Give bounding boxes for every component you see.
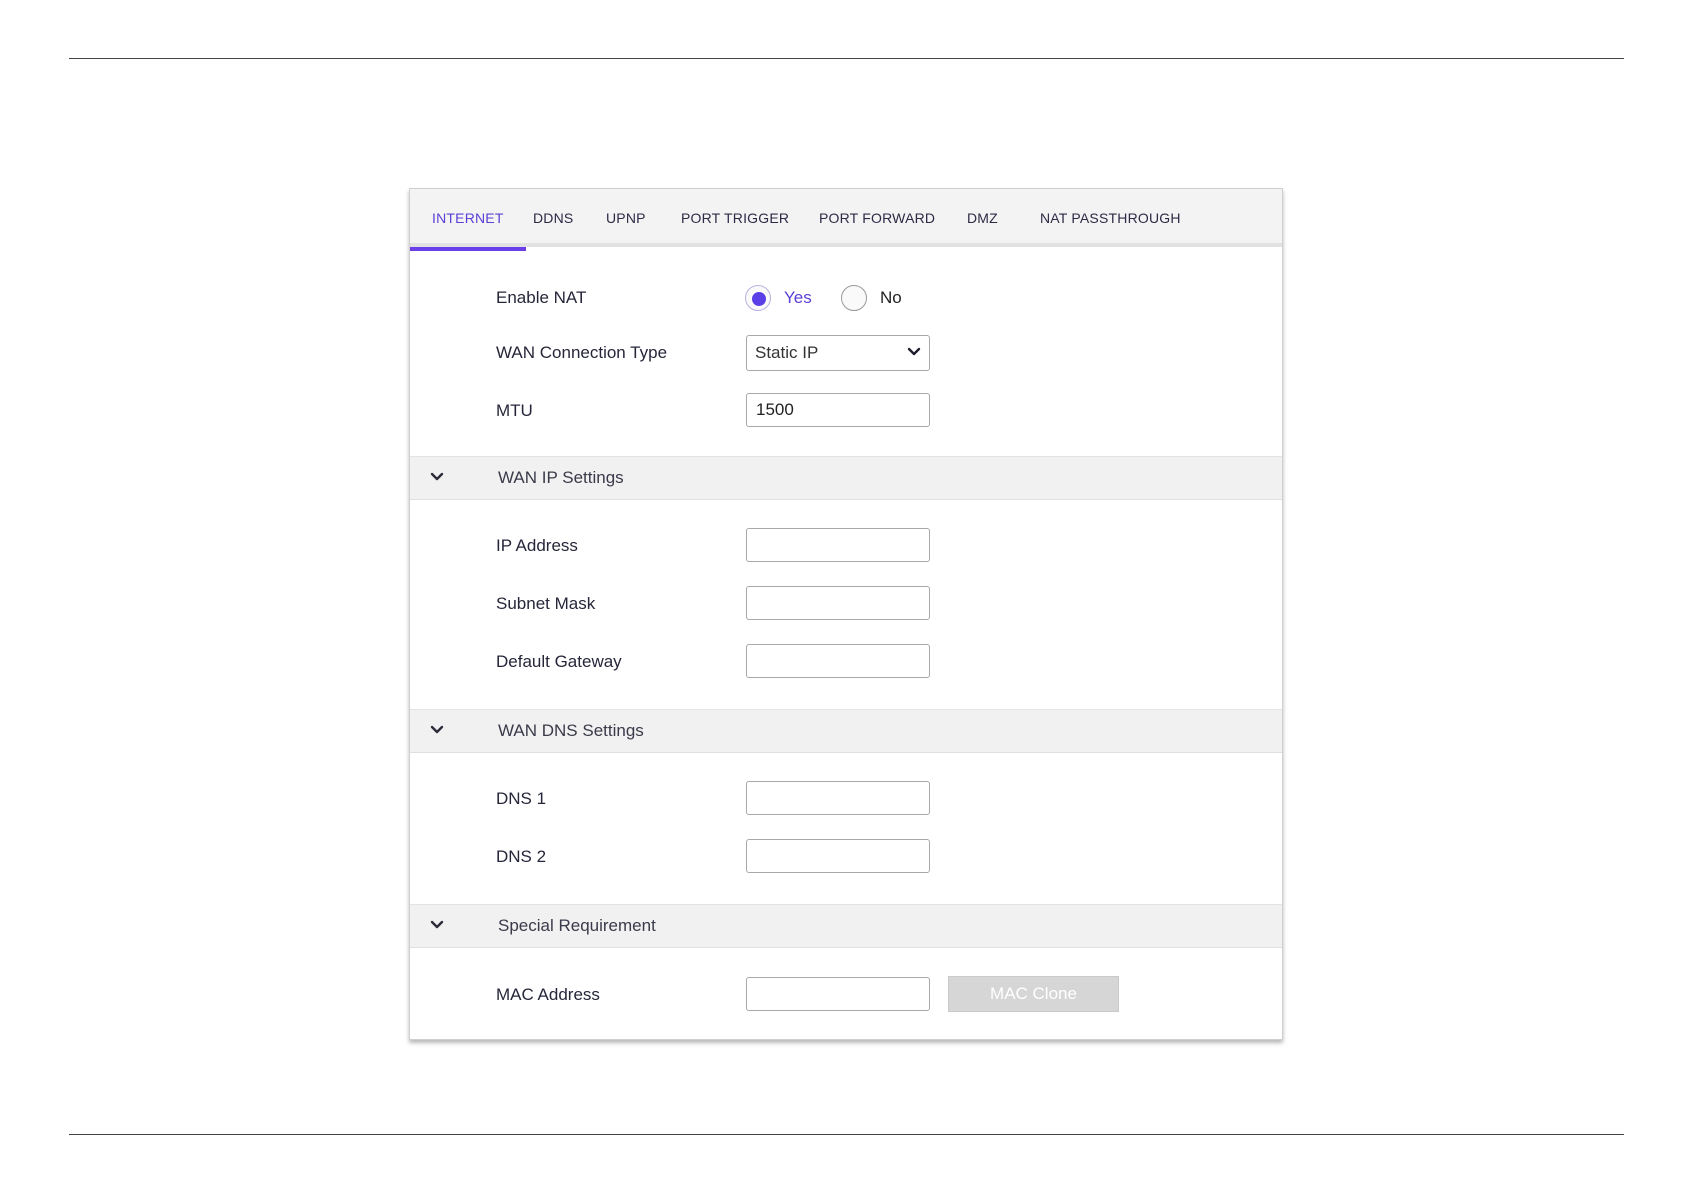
chevron-down-icon: [430, 920, 444, 929]
wan-connection-type-select[interactable]: Static IP: [746, 335, 930, 371]
dns2-label: DNS 2: [496, 847, 547, 866]
nat-yes-label: Yes: [784, 288, 812, 307]
tab-dmz[interactable]: DMZ: [945, 189, 1020, 247]
wan-connection-type-label: WAN Connection Type: [496, 343, 668, 362]
enable-nat-row: Enable NAT Yes No: [410, 280, 1282, 316]
wan-dns-settings-header[interactable]: WAN DNS Settings: [410, 709, 1282, 753]
enable-nat-label: Enable NAT: [496, 288, 587, 307]
mtu-input[interactable]: [746, 393, 930, 427]
radio-unchecked-icon: [841, 285, 867, 311]
chevron-down-icon: [907, 347, 921, 356]
nat-no-label: No: [880, 288, 902, 307]
mtu-row: MTU: [410, 393, 1282, 429]
subnet-mask-input[interactable]: [746, 586, 930, 620]
mac-address-row: MAC Address MAC Clone: [410, 976, 1282, 1013]
default-gateway-input[interactable]: [746, 644, 930, 678]
mac-clone-button[interactable]: MAC Clone: [948, 976, 1119, 1012]
tab-upnp[interactable]: UPNP: [584, 189, 668, 247]
mtu-label: MTU: [496, 401, 533, 420]
ip-address-input[interactable]: [746, 528, 930, 562]
wan-ip-settings-title: WAN IP Settings: [498, 468, 624, 487]
chevron-down-icon: [430, 725, 444, 734]
ip-address-row: IP Address: [410, 528, 1282, 564]
wan-connection-type-row: WAN Connection Type Static IP: [410, 335, 1282, 371]
default-gateway-row: Default Gateway: [410, 644, 1282, 680]
dns1-row: DNS 1: [410, 781, 1282, 817]
footer-rule: [69, 1134, 1624, 1135]
dns1-label: DNS 1: [496, 789, 547, 808]
header-rule: [69, 58, 1624, 59]
tab-ddns[interactable]: DDNS: [511, 189, 595, 247]
tab-internet[interactable]: INTERNET: [410, 189, 526, 251]
special-requirement-title: Special Requirement: [498, 916, 656, 935]
tab-nat-passthrough[interactable]: NAT PASSTHROUGH: [1018, 189, 1203, 247]
tab-bar: INTERNET DDNS UPNP PORT TRIGGER PORT FOR…: [410, 189, 1282, 251]
default-gateway-label: Default Gateway: [496, 652, 622, 671]
dns2-row: DNS 2: [410, 839, 1282, 875]
internet-settings-panel: INTERNET DDNS UPNP PORT TRIGGER PORT FOR…: [409, 188, 1283, 1040]
subnet-mask-row: Subnet Mask: [410, 586, 1282, 622]
dns2-input[interactable]: [746, 839, 930, 873]
tab-port-forward[interactable]: PORT FORWARD: [797, 189, 957, 247]
tab-port-trigger[interactable]: PORT TRIGGER: [659, 189, 811, 247]
subnet-mask-label: Subnet Mask: [496, 594, 596, 613]
ip-address-label: IP Address: [496, 536, 578, 555]
wan-connection-type-value: Static IP: [755, 343, 819, 362]
wan-dns-settings-title: WAN DNS Settings: [498, 721, 644, 740]
wan-ip-settings-header[interactable]: WAN IP Settings: [410, 456, 1282, 500]
mac-address-label: MAC Address: [496, 985, 600, 1004]
mac-address-input[interactable]: [746, 977, 930, 1011]
radio-checked-icon: [745, 285, 771, 311]
dns1-input[interactable]: [746, 781, 930, 815]
special-requirement-header[interactable]: Special Requirement: [410, 904, 1282, 948]
chevron-down-icon: [430, 472, 444, 481]
